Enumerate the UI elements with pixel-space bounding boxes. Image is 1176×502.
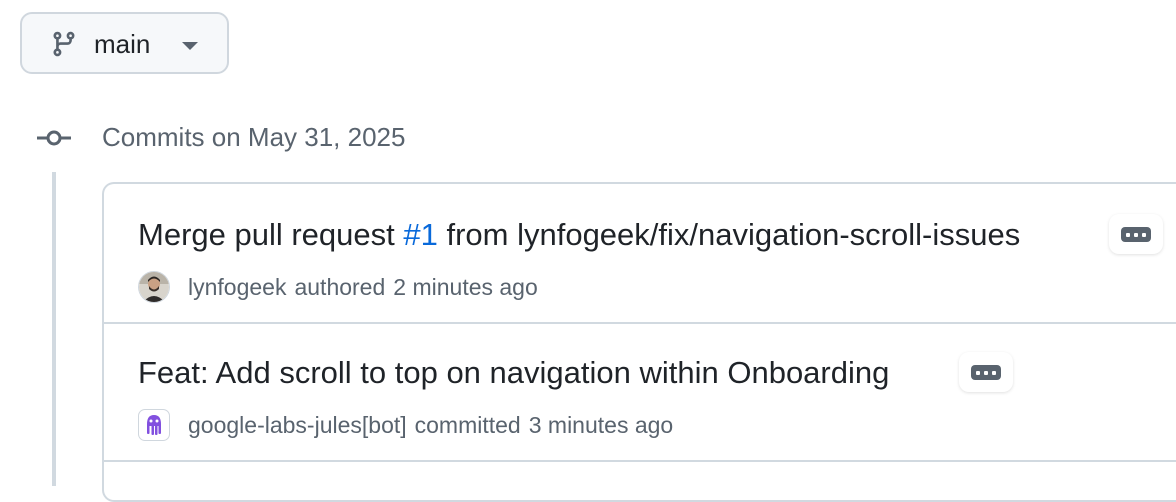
expand-commit-message-button[interactable] xyxy=(1109,214,1163,254)
commit-meta: lynfogeek authored 2 minutes ago xyxy=(138,270,538,304)
branch-selector-button[interactable]: main xyxy=(20,12,229,74)
git-commit-icon xyxy=(37,130,71,146)
pull-request-link[interactable]: #1 xyxy=(403,217,437,252)
commit-action: committed xyxy=(414,411,521,438)
bot-avatar[interactable] xyxy=(138,409,170,441)
user-avatar[interactable] xyxy=(138,271,170,303)
chevron-down-icon xyxy=(182,42,198,50)
git-branch-icon xyxy=(53,31,75,57)
ellipsis-icon xyxy=(971,364,1001,380)
commit-group-heading: Commits on May 31, 2025 xyxy=(102,122,406,152)
commit-row: Merge pull request #1 from lynfogeek/fix… xyxy=(104,184,1176,324)
commit-author[interactable]: lynfogeek xyxy=(188,274,286,301)
commit-list: Merge pull request #1 from lynfogeek/fix… xyxy=(102,182,1176,502)
commit-title-prefix: Merge pull request xyxy=(138,217,404,252)
commit-title[interactable]: Feat: Add scroll to top on navigation wi… xyxy=(138,354,889,392)
commit-row: Feat: Add scroll to top on navigation wi… xyxy=(104,322,1176,462)
timeline-line xyxy=(52,172,56,486)
commit-meta: google-labs-jules[bot] committed 3 minut… xyxy=(138,408,673,442)
ellipsis-icon xyxy=(1121,226,1151,242)
commit-author[interactable]: google-labs-jules[bot] xyxy=(188,412,407,439)
commit-title[interactable]: Merge pull request #1 from lynfogeek/fix… xyxy=(138,216,1020,254)
branch-name: main xyxy=(94,29,151,59)
commit-time: 3 minutes ago xyxy=(528,411,674,438)
commit-time: 2 minutes ago xyxy=(393,273,538,300)
commit-title-suffix: from lynfogeek/fix/navigation-scroll-iss… xyxy=(437,217,1021,252)
commit-action: authored xyxy=(294,273,386,300)
expand-commit-message-button[interactable] xyxy=(959,352,1013,392)
